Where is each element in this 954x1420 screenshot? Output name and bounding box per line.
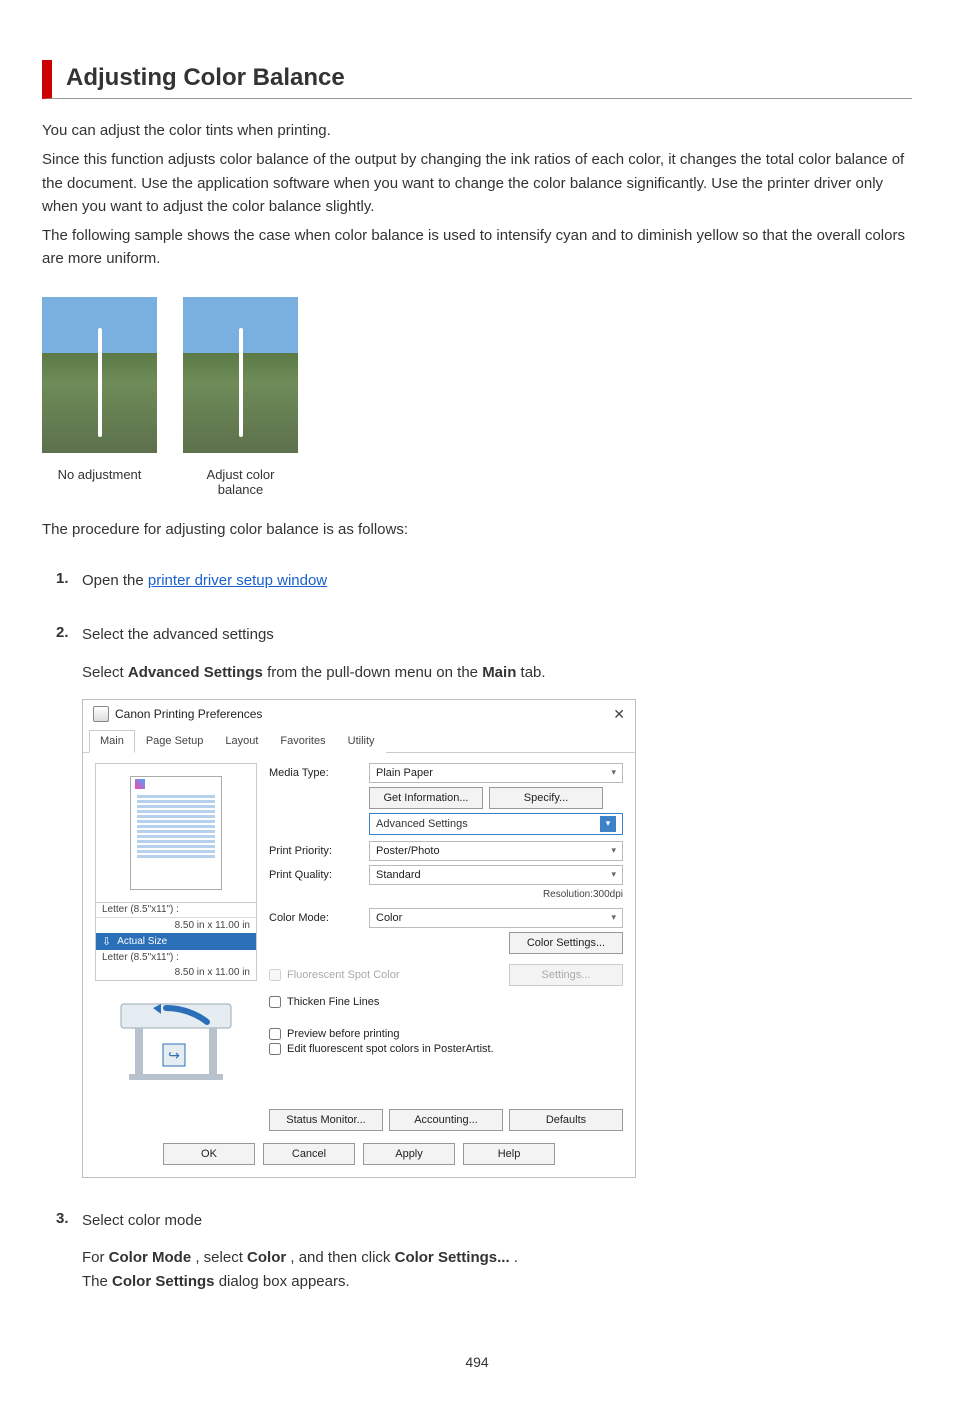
print-priority-select[interactable]: Poster/Photo▾ xyxy=(369,841,623,861)
step2-body-mid: from the pull-down menu on the xyxy=(267,664,482,681)
s3-t6: dialog box appears. xyxy=(219,1273,350,1290)
intro-p3: The following sample shows the case when… xyxy=(42,224,912,271)
preview-before-printing-check[interactable] xyxy=(269,1028,281,1040)
s3-t5: The xyxy=(82,1273,112,1290)
step2-body-end: tab. xyxy=(521,664,546,681)
print-quality-select[interactable]: Standard▾ xyxy=(369,865,623,885)
defaults-button[interactable]: Defaults xyxy=(509,1109,623,1131)
svg-text:↪: ↪ xyxy=(168,1047,180,1063)
settings-mode-select[interactable]: Advanced Settings ▾ xyxy=(369,813,623,835)
s3-t2: , select xyxy=(195,1249,247,1266)
color-mode-label: Color Mode: xyxy=(269,912,361,924)
actual-size-row[interactable]: ⇩ Actual Size xyxy=(96,933,256,950)
s3-t1: For xyxy=(82,1249,109,1266)
step2-head: Select the advanced settings xyxy=(82,624,912,647)
s3-b1: Color Mode xyxy=(109,1249,192,1266)
step3-head: Select color mode xyxy=(82,1210,912,1233)
printer-illustration: ↪ xyxy=(95,989,257,1099)
page-number: 494 xyxy=(42,1354,912,1370)
paper-size-dim-1: 8.50 in x 11.00 in xyxy=(96,918,256,933)
step2-body-pre: Select xyxy=(82,664,128,681)
media-type-label: Media Type: xyxy=(269,767,361,779)
intro-p1: You can adjust the color tints when prin… xyxy=(42,119,912,142)
close-icon[interactable]: ✕ xyxy=(613,706,625,723)
resolution-label: Resolution:300dpi xyxy=(269,889,623,900)
s3-b2: Color xyxy=(247,1249,286,1266)
down-arrow-icon: ⇩ xyxy=(102,935,111,948)
app-icon xyxy=(93,706,109,722)
paper-size-dim-2: 8.50 in x 11.00 in xyxy=(96,965,256,980)
chevron-down-icon: ▾ xyxy=(600,816,616,832)
settings-button: Settings... xyxy=(509,964,623,986)
tab-main[interactable]: Main xyxy=(89,730,135,753)
procedure-intro: The procedure for adjusting color balanc… xyxy=(42,521,912,538)
help-button[interactable]: Help xyxy=(463,1143,555,1165)
specify-button[interactable]: Specify... xyxy=(489,787,603,809)
apply-button[interactable]: Apply xyxy=(363,1143,455,1165)
s3-t3: , and then click xyxy=(290,1249,394,1266)
tab-utility[interactable]: Utility xyxy=(337,730,386,753)
fluorescent-spot-color-label: Fluorescent Spot Color xyxy=(287,969,400,981)
tab-layout[interactable]: Layout xyxy=(214,730,269,753)
get-information-button[interactable]: Get Information... xyxy=(369,787,483,809)
s3-t4: . xyxy=(514,1249,518,1266)
edit-fluorescent-posterartist-label: Edit fluorescent spot colors in PosterAr… xyxy=(287,1043,494,1055)
thicken-fine-lines-label: Thicken Fine Lines xyxy=(287,996,379,1008)
tab-favorites[interactable]: Favorites xyxy=(269,730,336,753)
cancel-button[interactable]: Cancel xyxy=(263,1143,355,1165)
print-priority-label: Print Priority: xyxy=(269,845,361,857)
step2-main-bold: Main xyxy=(482,664,516,681)
s3-b4: Color Settings xyxy=(112,1273,215,1290)
s3-b3: Color Settings... xyxy=(395,1249,510,1266)
page-preview xyxy=(95,763,257,903)
step1-lead: Open the xyxy=(82,572,148,589)
caption-after: Adjust color balance xyxy=(183,467,298,497)
accounting-button[interactable]: Accounting... xyxy=(389,1109,503,1131)
sample-image-before xyxy=(42,297,157,453)
preview-before-printing-label: Preview before printing xyxy=(287,1028,400,1040)
caption-before: No adjustment xyxy=(42,467,157,497)
print-quality-label: Print Quality: xyxy=(269,869,361,881)
step2-advanced-bold: Advanced Settings xyxy=(128,664,263,681)
dialog-title: Canon Printing Preferences xyxy=(115,707,262,721)
media-type-select[interactable]: Plain Paper▾ xyxy=(369,763,623,783)
page-title: Adjusting Color Balance xyxy=(66,64,912,92)
color-mode-select[interactable]: Color▾ xyxy=(369,908,623,928)
paper-size-label-1: Letter (8.5"x11") : xyxy=(96,902,256,918)
sample-image-after xyxy=(183,297,298,453)
fluorescent-spot-color-check xyxy=(269,969,281,981)
paper-size-label-2: Letter (8.5"x11") : xyxy=(96,950,256,965)
printing-preferences-dialog: Canon Printing Preferences ✕ Main Page S… xyxy=(82,699,636,1178)
ok-button[interactable]: OK xyxy=(163,1143,255,1165)
edit-fluorescent-posterartist-check[interactable] xyxy=(269,1043,281,1055)
intro-p2: Since this function adjusts color balanc… xyxy=(42,148,912,218)
thicken-fine-lines-check[interactable] xyxy=(269,996,281,1008)
color-settings-button[interactable]: Color Settings... xyxy=(509,932,623,954)
printer-driver-setup-link[interactable]: printer driver setup window xyxy=(148,572,327,589)
tab-page-setup[interactable]: Page Setup xyxy=(135,730,215,753)
status-monitor-button[interactable]: Status Monitor... xyxy=(269,1109,383,1131)
